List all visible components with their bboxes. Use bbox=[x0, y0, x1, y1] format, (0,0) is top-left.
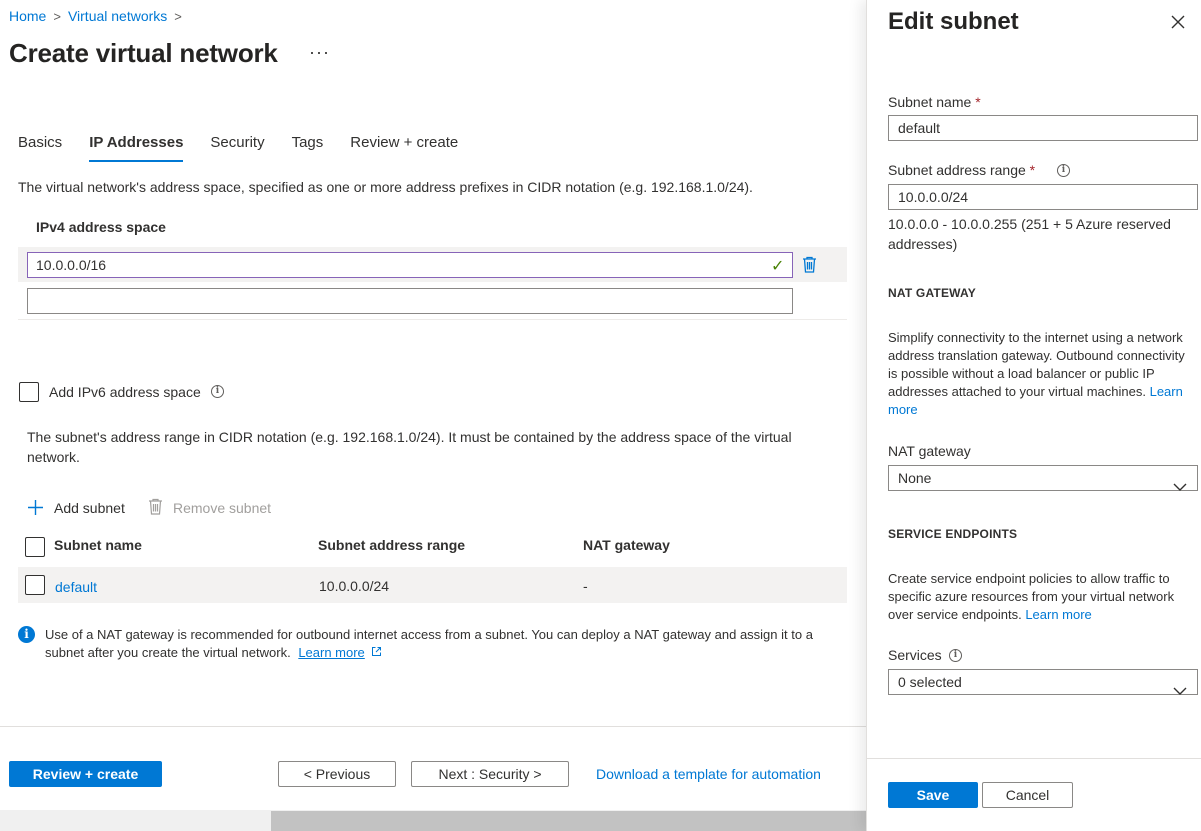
required-mark: * bbox=[1029, 162, 1036, 178]
chevron-down-icon bbox=[1173, 474, 1187, 498]
required-mark: * bbox=[975, 94, 981, 110]
ipv4-address-input-empty[interactable] bbox=[27, 288, 793, 314]
download-template-link[interactable]: Download a template for automation bbox=[596, 766, 821, 782]
subnet-name-label: Subnet name * bbox=[888, 94, 981, 110]
chevron-down-icon bbox=[1173, 678, 1187, 702]
service-endpoints-description: Create service endpoint policies to allo… bbox=[888, 570, 1193, 624]
subnet-name-input[interactable]: default bbox=[888, 115, 1198, 141]
ipv4-row: 10.0.0.0/16 ✓ bbox=[18, 247, 847, 282]
info-filled-icon: i bbox=[18, 626, 35, 643]
horizontal-scrollbar[interactable] bbox=[0, 810, 866, 831]
services-selected: 0 selected bbox=[898, 674, 962, 690]
column-header-subnet-name[interactable]: Subnet name bbox=[54, 537, 142, 553]
column-header-nat-gateway[interactable]: NAT gateway bbox=[583, 537, 670, 553]
info-icon[interactable]: i bbox=[211, 385, 224, 398]
panel-title: Edit subnet bbox=[888, 8, 1019, 35]
services-label: Services bbox=[888, 647, 942, 663]
subnet-name-link[interactable]: default bbox=[55, 579, 97, 595]
service-endpoints-section-heading: SERVICE ENDPOINTS bbox=[888, 527, 1018, 541]
ipv4-heading: IPv4 address space bbox=[36, 219, 166, 235]
tab-tags[interactable]: Tags bbox=[292, 134, 324, 162]
add-icon[interactable] bbox=[27, 499, 44, 519]
divider bbox=[18, 319, 847, 320]
main-content: Home > Virtual networks > Create virtual… bbox=[0, 0, 866, 831]
nat-gateway-label: NAT gateway bbox=[888, 443, 971, 459]
breadcrumb-separator: > bbox=[174, 8, 182, 24]
nat-info-text: Use of a NAT gateway is recommended for … bbox=[45, 627, 813, 660]
subnet-range-input[interactable]: 10.0.0.0/24 bbox=[888, 184, 1198, 210]
info-icon[interactable]: i bbox=[949, 649, 962, 662]
add-ipv6-label: Add IPv6 address space bbox=[49, 384, 201, 400]
edit-subnet-panel: Edit subnet Subnet name * default Subnet… bbox=[866, 0, 1201, 831]
tab-basics[interactable]: Basics bbox=[18, 134, 62, 162]
tab-ip-addresses[interactable]: IP Addresses bbox=[89, 134, 184, 162]
tab-security[interactable]: Security bbox=[210, 134, 264, 162]
row-checkbox[interactable] bbox=[25, 575, 45, 595]
nat-gateway-selected: None bbox=[898, 470, 932, 486]
add-ipv6-checkbox[interactable] bbox=[19, 382, 39, 402]
ipv4-address-list: 10.0.0.0/16 ✓ bbox=[18, 247, 847, 320]
breadcrumb-virtual-networks[interactable]: Virtual networks bbox=[68, 8, 167, 24]
subnet-range-hint: 10.0.0.0 - 10.0.0.255 (251 + 5 Azure res… bbox=[888, 216, 1171, 252]
breadcrumb: Home > Virtual networks > bbox=[9, 8, 189, 24]
nat-info-banner: Use of a NAT gateway is recommended for … bbox=[45, 626, 835, 662]
footer-divider bbox=[0, 726, 866, 727]
ipv4-address-input[interactable]: 10.0.0.0/16 bbox=[27, 252, 793, 278]
page-title: Create virtual network bbox=[9, 38, 278, 68]
table-row: default 10.0.0.0/24 - bbox=[18, 567, 847, 603]
cancel-button[interactable]: Cancel bbox=[982, 782, 1073, 808]
subnet-description: The subnet's address range in CIDR notat… bbox=[27, 429, 792, 465]
scrollbar-thumb[interactable] bbox=[271, 811, 866, 831]
external-link-icon bbox=[371, 644, 382, 662]
breadcrumb-separator: > bbox=[53, 8, 61, 24]
remove-subnet-button: Remove subnet bbox=[173, 500, 272, 516]
delete-address-icon[interactable] bbox=[802, 256, 817, 273]
info-icon[interactable]: i bbox=[1057, 164, 1070, 177]
tab-bar: Basics IP Addresses Security Tags Review… bbox=[18, 134, 485, 162]
subnet-nat-cell: - bbox=[583, 578, 588, 594]
nat-gateway-description: Simplify connectivity to the internet us… bbox=[888, 329, 1193, 419]
panel-footer-divider bbox=[867, 758, 1201, 759]
endpoints-learn-more-link[interactable]: Learn more bbox=[1025, 607, 1091, 622]
tab-review-create[interactable]: Review + create bbox=[350, 134, 458, 162]
nat-gateway-dropdown[interactable]: None bbox=[888, 465, 1198, 491]
subnet-range-label-text: Subnet address range bbox=[888, 162, 1026, 178]
subnet-name-label-text: Subnet name bbox=[888, 94, 972, 110]
next-security-button[interactable]: Next : Security > bbox=[411, 761, 569, 787]
breadcrumb-home[interactable]: Home bbox=[9, 8, 46, 24]
trash-icon bbox=[148, 498, 163, 515]
address-space-description: The virtual network's address space, spe… bbox=[18, 179, 753, 195]
select-all-checkbox[interactable] bbox=[25, 537, 45, 557]
subnet-range-label: Subnet address range * bbox=[888, 162, 1035, 178]
close-icon[interactable] bbox=[1170, 14, 1186, 30]
column-header-address-range[interactable]: Subnet address range bbox=[318, 537, 465, 553]
save-button[interactable]: Save bbox=[888, 782, 978, 808]
nat-gateway-section-heading: NAT GATEWAY bbox=[888, 286, 976, 300]
review-create-button[interactable]: Review + create bbox=[9, 761, 162, 787]
add-subnet-button[interactable]: Add subnet bbox=[54, 500, 125, 516]
subnet-range-cell: 10.0.0.0/24 bbox=[319, 578, 390, 594]
more-options-button[interactable]: ··· bbox=[309, 42, 330, 63]
services-dropdown[interactable]: 0 selected bbox=[888, 669, 1198, 695]
valid-check-icon: ✓ bbox=[771, 258, 785, 275]
learn-more-link[interactable]: Learn more bbox=[298, 645, 364, 660]
previous-button[interactable]: < Previous bbox=[278, 761, 396, 787]
nat-description-text: Simplify connectivity to the internet us… bbox=[888, 330, 1185, 399]
